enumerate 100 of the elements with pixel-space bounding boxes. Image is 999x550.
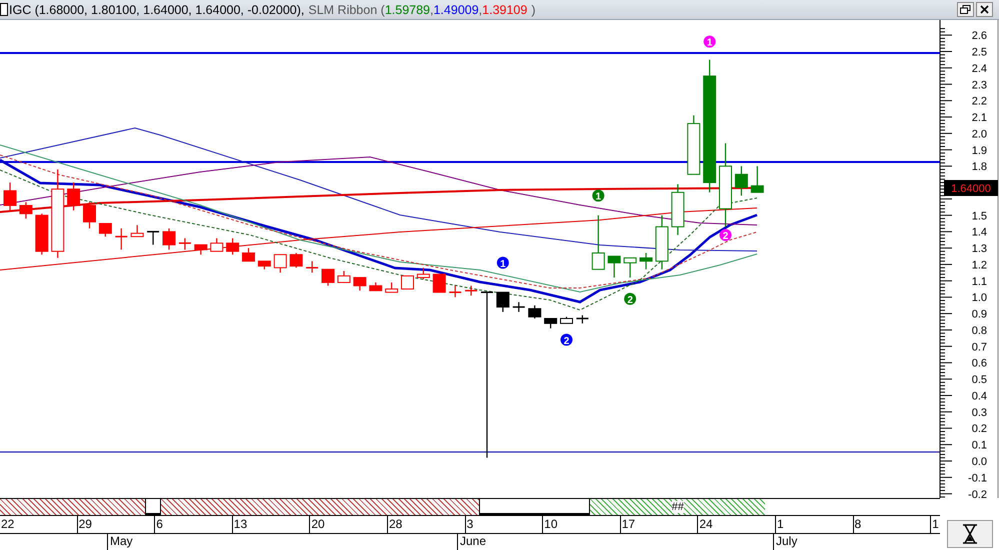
candlestick (734, 166, 748, 196)
close-button[interactable] (976, 2, 993, 17)
axis-label: 1.4 (972, 226, 987, 239)
date-label: 6 (155, 516, 233, 533)
candlestick (226, 238, 240, 255)
signal-marker: 1 (592, 190, 604, 203)
candlestick (258, 260, 271, 270)
axis-label: -0.2 (968, 488, 987, 498)
segment-label: ## (672, 501, 684, 513)
candlestick (178, 238, 191, 250)
candlestick (194, 244, 208, 255)
candlestick (592, 215, 605, 270)
candlestick (496, 292, 510, 312)
candlestick (19, 202, 32, 219)
window-icon (0, 3, 8, 16)
candlestick (83, 202, 96, 228)
date-label: 8 (854, 516, 932, 533)
candlestick (147, 230, 160, 245)
candlestick (655, 215, 668, 270)
axis-label: 0.7 (972, 341, 987, 354)
candlestick (544, 318, 558, 328)
axis-label: 1.3 (972, 243, 987, 256)
candlestick (401, 275, 414, 290)
month-label: June (457, 534, 773, 550)
axis-label: 0.5 (972, 374, 987, 386)
axis-label: 1.9 (972, 144, 987, 157)
indicator-value: 1.59789 (384, 2, 430, 16)
axis-label: -0.1 (968, 472, 987, 484)
candlestick (528, 305, 542, 318)
closing-parenthesis: ) (531, 2, 536, 16)
axis-label: 1.0 (972, 292, 987, 304)
month-label: May (107, 534, 457, 550)
axis-label: 2.6 (972, 30, 987, 42)
axis-label: 0.0 (972, 456, 987, 468)
candlestick (560, 316, 573, 324)
candlestick (369, 282, 382, 292)
candlestick (750, 166, 764, 193)
axis-label: 0.3 (972, 406, 987, 419)
candlestick (210, 238, 224, 252)
chart-title: IGC (1.68000, 1.80100, 1.64000, 1.64000, -0.02000), (9, 2, 304, 16)
candlestick (35, 214, 48, 255)
candlestick (416, 268, 430, 280)
month-label: July (773, 534, 940, 550)
value-separator: , (430, 2, 434, 16)
candlestick (512, 302, 525, 312)
axis-label: 0.1 (972, 440, 987, 452)
candlestick (242, 248, 255, 262)
date-label: 20 (310, 516, 388, 533)
candlestick (274, 254, 287, 273)
axis-label: 1.2 (972, 259, 987, 272)
candlestick (290, 252, 303, 268)
axis-label: 0.8 (972, 324, 987, 337)
axis-label: 0.4 (972, 390, 987, 402)
axis-label: 0.2 (972, 423, 987, 436)
date-label: 10 (543, 516, 621, 533)
signal-marker: 1 (496, 256, 509, 270)
candlestick (4, 182, 16, 212)
date-label: 3 (466, 516, 544, 533)
axis-label: 2.2 (972, 96, 987, 108)
candlestick (306, 261, 318, 273)
signal-marker: 2 (560, 334, 572, 347)
date-label: 24 (698, 516, 776, 533)
axis-label: 2.1 (972, 112, 987, 124)
date-label: 22 (0, 516, 78, 533)
axis-label: 2.0 (972, 128, 987, 140)
axis-label: 2.3 (972, 79, 987, 92)
indicator-label: SLM Ribbon ( (308, 2, 385, 16)
axis-label: 1.1 (972, 276, 987, 288)
restore-button[interactable] (957, 2, 974, 17)
date-label: 29 (78, 516, 156, 533)
candlestick (67, 182, 80, 210)
indicator-value: 1.39109 (482, 2, 528, 16)
restore-icon (960, 5, 971, 14)
candlestick (98, 223, 112, 237)
signal-marker: 1 (704, 36, 716, 49)
axis-label: 2.5 (972, 46, 987, 58)
candlestick (687, 115, 700, 175)
hourglass-button[interactable] (946, 520, 992, 548)
date-label: 17 (620, 516, 698, 533)
candlestick (353, 277, 366, 291)
price-label: 1.64000 (944, 180, 998, 196)
candlestick (608, 256, 621, 278)
hourglass-icon (962, 524, 978, 544)
signal-marker: 2 (624, 292, 636, 306)
candlestick (449, 286, 462, 298)
candlestick (385, 282, 398, 293)
axis-label: 0.9 (972, 308, 987, 321)
candlestick (337, 271, 350, 283)
candlestick (576, 315, 588, 324)
candlestick (671, 184, 684, 235)
date-label: 28 (388, 516, 466, 533)
axis-label: 0.6 (972, 358, 987, 370)
axis-label: 1.8 (972, 161, 987, 174)
candlestick (432, 274, 446, 293)
value-separator: , (478, 2, 482, 16)
candlestick (322, 268, 334, 286)
candlestick (640, 252, 652, 270)
candlestick (115, 228, 128, 250)
close-icon (980, 5, 989, 14)
date-label: 13 (232, 516, 310, 533)
